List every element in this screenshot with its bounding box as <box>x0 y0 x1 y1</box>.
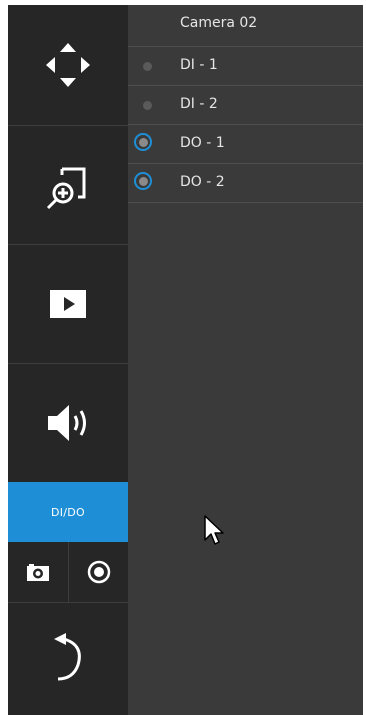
arrows-move-icon <box>46 43 90 87</box>
zoom-in-icon <box>46 167 86 210</box>
audio-button[interactable] <box>8 364 128 482</box>
camera-icon <box>27 564 49 581</box>
dido-panel: Camera 02 DI - 1 DI - 2 DO - 1 DO - 2 <box>128 5 363 715</box>
list-item-do-2[interactable]: DO - 2 <box>128 163 363 203</box>
row-label: DO - 1 <box>180 135 225 151</box>
playback-button[interactable] <box>8 245 128 363</box>
list-item-di-2: DI - 2 <box>128 85 363 124</box>
play-icon <box>50 290 86 318</box>
viewer-frame: DI/DO Camera 02 DI - 1 DI - 2 DO - 1 DO … <box>0 0 366 715</box>
dido-button[interactable]: DI/DO <box>8 482 128 542</box>
output-toggle[interactable] <box>134 133 152 151</box>
ptz-button[interactable] <box>8 5 128 125</box>
snapshot-button[interactable] <box>8 542 68 602</box>
back-button[interactable] <box>8 603 128 715</box>
panel-title: Camera 02 <box>180 15 258 31</box>
list-item-di-1: DI - 1 <box>128 46 363 85</box>
speaker-icon <box>48 405 86 441</box>
side-toolbar: DI/DO <box>8 5 128 715</box>
record-button[interactable] <box>69 542 129 602</box>
zoom-button[interactable] <box>8 126 128 244</box>
row-label: DI - 1 <box>180 57 218 73</box>
input-status-indicator <box>143 101 152 110</box>
dido-label: DI/DO <box>50 505 86 519</box>
mouse-pointer-icon <box>204 515 224 545</box>
row-label: DO - 2 <box>180 174 225 190</box>
record-icon <box>87 560 111 584</box>
input-status-indicator <box>143 62 152 71</box>
undo-arrow-icon <box>54 633 81 681</box>
output-toggle[interactable] <box>134 172 152 190</box>
row-label: DI - 2 <box>180 96 218 112</box>
list-item-do-1[interactable]: DO - 1 <box>128 124 363 163</box>
